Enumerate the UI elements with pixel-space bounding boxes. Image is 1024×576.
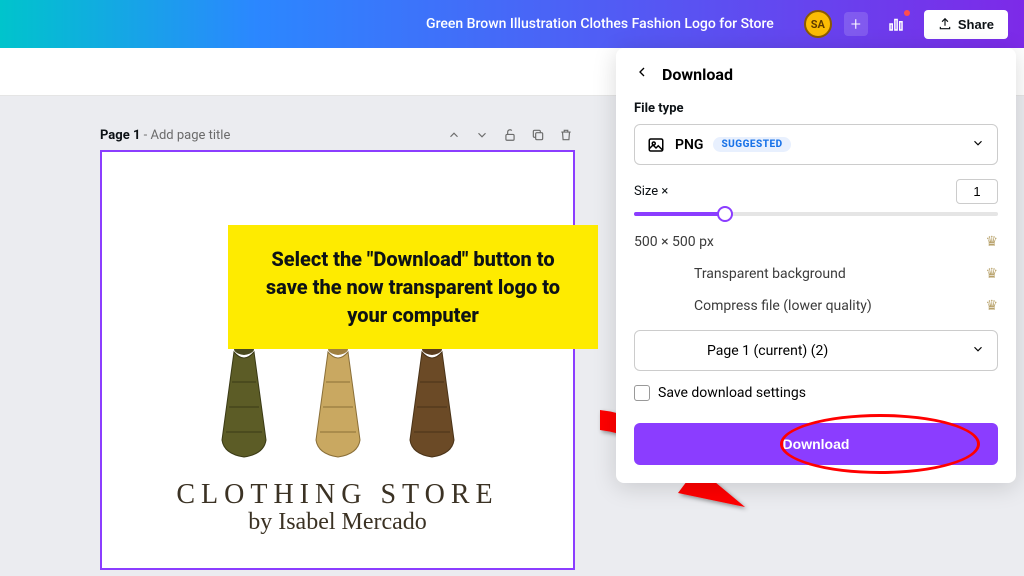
transparent-bg-option[interactable]: Transparent background ♛ <box>634 258 998 290</box>
logo-store-name: CLOTHING STORE <box>102 479 573 511</box>
crown-icon: ♛ <box>985 266 998 282</box>
download-panel: Download File type PNG SUGGESTED Size × … <box>616 48 1016 483</box>
add-collaborator-button[interactable]: + <box>844 12 868 36</box>
crown-icon: ♛ <box>985 234 998 250</box>
page-header: Page 1 - Add page title <box>100 126 575 144</box>
document-title[interactable]: Green Brown Illustration Clothes Fashion… <box>408 16 792 32</box>
image-icon <box>647 136 665 154</box>
app-header: Green Brown Illustration Clothes Fashion… <box>0 0 1024 48</box>
page-up-button[interactable] <box>445 126 463 144</box>
size-input[interactable] <box>956 179 998 204</box>
share-button[interactable]: Share <box>924 10 1008 39</box>
chevron-down-icon <box>475 128 489 142</box>
save-settings-label: Save download settings <box>658 385 806 401</box>
page-label: Page 1 - Add page title <box>100 128 230 143</box>
lock-page-button[interactable] <box>501 126 519 144</box>
header-actions: SA + Share <box>804 8 1008 40</box>
back-button[interactable] <box>634 64 650 85</box>
chevron-down-icon <box>971 341 985 360</box>
size-row: Size × <box>634 179 998 204</box>
chevron-up-icon <box>447 128 461 142</box>
user-avatar[interactable]: SA <box>804 10 832 38</box>
page-select[interactable]: Page 1 (current) (2) <box>634 330 998 371</box>
compress-option[interactable]: Compress file (lower quality) ♛ <box>634 290 998 322</box>
filetype-select[interactable]: PNG SUGGESTED <box>634 124 998 165</box>
page-down-button[interactable] <box>473 126 491 144</box>
callout-text: Select the "Download" button to save the… <box>252 245 574 329</box>
chevron-left-icon <box>634 64 650 80</box>
save-settings-checkbox[interactable] <box>634 385 650 401</box>
lock-open-icon <box>503 128 517 142</box>
chevron-down-icon <box>971 135 985 154</box>
logo-illustration <box>102 332 573 467</box>
share-button-label: Share <box>958 17 994 32</box>
slider-thumb[interactable] <box>717 206 733 222</box>
chart-bar-icon <box>887 15 905 33</box>
dimensions-row: 500 × 500 px ♛ <box>634 226 998 258</box>
filetype-label: File type <box>634 101 998 116</box>
delete-page-button[interactable] <box>557 126 575 144</box>
suggested-badge: SUGGESTED <box>713 137 790 152</box>
size-slider[interactable] <box>634 212 998 216</box>
size-label: Size × <box>634 184 668 199</box>
dress-green <box>204 332 284 467</box>
upload-icon <box>938 17 952 31</box>
filetype-value: PNG <box>675 137 703 153</box>
logo-byline: by Isabel Mercado <box>102 509 573 536</box>
page-title-placeholder[interactable]: - Add page title <box>144 128 231 143</box>
duplicate-icon <box>531 128 545 142</box>
download-panel-header: Download <box>616 48 1016 97</box>
instruction-callout: Select the "Download" button to save the… <box>228 225 598 349</box>
design-canvas[interactable]: CLOTHING STORE by Isabel Mercado <box>100 150 575 570</box>
download-button[interactable]: Download <box>634 423 998 465</box>
trash-icon <box>559 128 573 142</box>
crown-icon: ♛ <box>985 298 998 314</box>
dress-brown <box>392 332 472 467</box>
download-panel-title: Download <box>662 65 733 84</box>
insights-button[interactable] <box>880 8 912 40</box>
duplicate-page-button[interactable] <box>529 126 547 144</box>
dress-tan <box>298 332 378 467</box>
notification-dot <box>904 10 910 16</box>
save-settings-row[interactable]: Save download settings <box>634 385 998 401</box>
